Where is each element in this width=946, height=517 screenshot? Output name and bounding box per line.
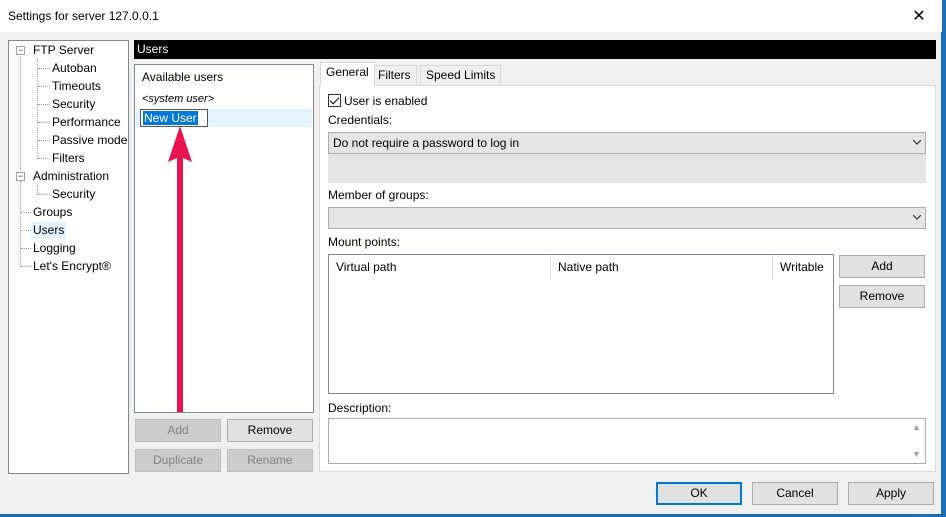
column-virtual-path[interactable]: Virtual path (329, 255, 551, 280)
tree-line (38, 194, 50, 195)
column-writable[interactable]: Writable (773, 255, 833, 280)
tree-line (21, 266, 31, 267)
tree-line (38, 104, 50, 105)
available-users-caption: Available users (142, 70, 224, 84)
description-label: Description: (328, 401, 392, 415)
tree-item-groups[interactable]: Groups (33, 204, 72, 221)
tree-item-admin-security[interactable]: Security (52, 186, 95, 203)
title-bar: Settings for server 127.0.0.1 ✕ (0, 0, 942, 32)
tree-item-autoban[interactable]: Autoban (52, 60, 97, 77)
tree-line (21, 248, 31, 249)
rename-user-button[interactable]: Rename (227, 449, 313, 472)
remove-mount-point-button[interactable]: Remove (839, 285, 925, 308)
scroll-down-icon[interactable]: ▼ (912, 449, 921, 459)
page-title: Users (134, 40, 936, 59)
tree-item-users[interactable]: Users (31, 222, 67, 239)
apply-button[interactable]: Apply (848, 482, 934, 505)
tree-item-filters[interactable]: Filters (52, 150, 85, 167)
ok-button[interactable]: OK (656, 482, 742, 505)
collapse-icon[interactable]: − (16, 172, 25, 181)
tree-item-ftp-server[interactable]: FTP Server (33, 42, 94, 59)
tree-line (38, 68, 50, 69)
collapse-icon[interactable]: − (16, 46, 25, 55)
description-scrollbar[interactable]: ▲ ▼ (908, 419, 925, 463)
tree-item-administration[interactable]: Administration (33, 168, 109, 185)
tree-line (37, 59, 38, 159)
user-enabled-checkbox[interactable] (328, 94, 341, 107)
chevron-down-icon (913, 140, 921, 145)
tree-item-logging[interactable]: Logging (33, 240, 76, 257)
tree-line (38, 122, 50, 123)
available-users-list[interactable]: Available users <system user> New User (134, 64, 314, 413)
add-mount-point-button[interactable]: Add (839, 255, 925, 278)
tree-line (20, 54, 21, 177)
tree-item-passive-mode[interactable]: Passive mode (52, 132, 127, 149)
mount-points-table[interactable]: Virtual path Native path Writable (328, 254, 834, 394)
window-title: Settings for server 127.0.0.1 (8, 9, 159, 23)
credentials-value: Do not require a password to log in (333, 136, 520, 150)
tab-general[interactable]: General (320, 62, 375, 86)
remove-user-button[interactable]: Remove (227, 419, 313, 442)
credentials-label: Credentials: (328, 113, 393, 127)
tree-item-lets-encrypt[interactable]: Let's Encrypt® (33, 258, 111, 275)
tree-line (21, 212, 31, 213)
cancel-button[interactable]: Cancel (752, 482, 838, 505)
tree-line (38, 86, 50, 87)
settings-tree[interactable]: − FTP Server Autoban Timeouts Security P… (8, 40, 129, 474)
credentials-select[interactable]: Do not require a password to log in (328, 132, 926, 154)
groups-select[interactable] (328, 207, 926, 229)
tree-item-security[interactable]: Security (52, 96, 95, 113)
tree-item-performance[interactable]: Performance (52, 114, 121, 131)
tab-speed-limits[interactable]: Speed Limits (420, 65, 502, 85)
chevron-down-icon (913, 215, 921, 220)
scroll-up-icon[interactable]: ▲ (912, 422, 921, 432)
groups-label: Member of groups: (328, 188, 429, 202)
settings-window: Settings for server 127.0.0.1 ✕ − FTP Se… (0, 0, 942, 514)
list-item-system-user[interactable]: <system user> (142, 93, 214, 105)
close-icon[interactable]: ✕ (896, 0, 942, 32)
tab-filters[interactable]: Filters (372, 65, 417, 85)
tree-line (20, 181, 21, 267)
tree-line (21, 230, 31, 231)
tree-line (38, 140, 50, 141)
user-enabled-label: User is enabled (344, 94, 428, 108)
description-textarea[interactable]: ▲ ▼ (328, 418, 926, 464)
duplicate-user-button[interactable]: Duplicate (135, 449, 221, 472)
column-native-path[interactable]: Native path (551, 255, 773, 280)
add-user-button[interactable]: Add (135, 419, 221, 442)
tree-line (38, 158, 50, 159)
mount-points-label: Mount points: (328, 235, 401, 249)
red-arrow-annotation (168, 126, 192, 412)
tree-item-timeouts[interactable]: Timeouts (52, 78, 101, 95)
